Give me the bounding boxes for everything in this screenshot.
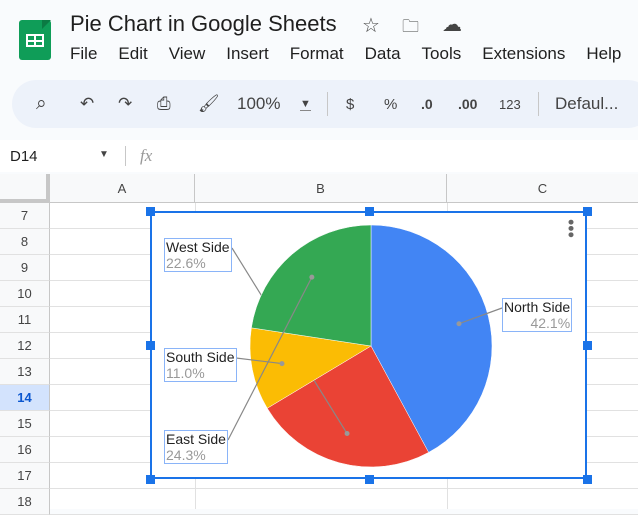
sheets-logo[interactable] (19, 20, 51, 60)
row-header-10[interactable]: 10 (0, 281, 50, 307)
divider (538, 92, 539, 116)
menu-insert[interactable]: Insert (226, 44, 269, 64)
chevron-down-icon[interactable]: ▼ (99, 149, 109, 160)
row-header-16[interactable]: 16 (0, 437, 50, 463)
resize-handle[interactable] (583, 207, 592, 216)
redo-icon[interactable]: ↷ (118, 94, 132, 114)
menu-data[interactable]: Data (365, 44, 401, 64)
row-gridline (50, 488, 638, 489)
label-name: South Side (166, 349, 235, 365)
row-header-15[interactable]: 15 (0, 411, 50, 437)
print-icon[interactable]: ⎙ (157, 94, 171, 114)
row-header-8[interactable]: 8 (0, 229, 50, 255)
row-header-13[interactable]: 13 (0, 359, 50, 385)
menu-help[interactable]: Help (586, 44, 621, 64)
label-percent: 11.0% (166, 365, 205, 381)
move-folder-icon[interactable]: 🗀 (402, 14, 419, 43)
zoom-select[interactable]: 100% (237, 94, 280, 114)
row-header-7[interactable]: 7 (0, 203, 50, 229)
percent-button[interactable]: % (384, 96, 397, 113)
leader-dot (279, 361, 285, 367)
resize-handle[interactable] (365, 475, 374, 484)
number-format-button[interactable]: 123 (499, 97, 521, 112)
currency-button[interactable]: $ (346, 96, 354, 113)
leader-dot (309, 274, 315, 280)
paint-format-icon[interactable]: 🖌 (198, 94, 220, 114)
divider (125, 146, 126, 166)
decrease-decimal-button[interactable]: .0 (421, 96, 433, 112)
label-name: East Side (166, 431, 226, 447)
slice-label-east: East Side 24.3% (164, 430, 228, 464)
menu-bar: File Edit View Insert Format Data Tools … (70, 44, 638, 64)
row-header-12[interactable]: 12 (0, 333, 50, 359)
menu-view[interactable]: View (169, 44, 206, 64)
column-header-a[interactable]: A (50, 174, 195, 203)
row-header-17[interactable]: 17 (0, 463, 50, 489)
resize-handle[interactable] (583, 341, 592, 350)
leader-dot (456, 321, 462, 327)
undo-icon[interactable]: ↶ (80, 94, 94, 114)
menu-edit[interactable]: Edit (118, 44, 147, 64)
formula-input[interactable] (170, 140, 630, 172)
row-header-11[interactable]: 11 (0, 307, 50, 333)
menu-format[interactable]: Format (290, 44, 344, 64)
pie-chart[interactable]: ••• West Side 22.6% South Side 11.0% East … (150, 211, 587, 479)
fx-icon: fx (140, 146, 153, 165)
label-name: North Side (504, 299, 571, 315)
leader-dot (344, 431, 350, 437)
document-title[interactable]: Pie Chart in Google Sheets (70, 11, 337, 37)
label-name: West Side (166, 239, 230, 255)
menu-file[interactable]: File (70, 44, 97, 64)
row-header-18[interactable]: 18 (0, 489, 50, 515)
resize-handle[interactable] (146, 341, 155, 350)
slice-label-west: West Side 22.6% (164, 238, 232, 272)
formula-bar: D14 ▼ fx (0, 140, 638, 172)
font-select[interactable]: Defaul... (555, 94, 618, 114)
slice-label-north: North Side 42.1% (502, 298, 573, 332)
name-box[interactable]: D14 (10, 148, 38, 165)
resize-handle[interactable] (146, 475, 155, 484)
column-header-c[interactable]: C (447, 174, 638, 203)
pie-slice-west-side[interactable] (251, 224, 372, 347)
chevron-down-icon[interactable]: ▼ (300, 98, 311, 111)
search-icon[interactable]: ⌕ (36, 93, 47, 115)
toolbar: ⌕ ↶ ↷ ⎙ 🖌 100% ▼ $ % .0 .00 123 Defaul..… (12, 80, 638, 128)
menu-tools[interactable]: Tools (422, 44, 462, 64)
slice-label-south: South Side 11.0% (164, 348, 237, 382)
label-percent: 22.6% (166, 255, 206, 271)
resize-handle[interactable] (365, 207, 374, 216)
cloud-saved-icon[interactable]: ☁ (442, 12, 462, 37)
resize-handle[interactable] (146, 207, 155, 216)
column-header-b[interactable]: B (195, 174, 447, 203)
increase-decimal-button[interactable]: .00 (458, 96, 477, 112)
row-header-9[interactable]: 9 (0, 255, 50, 281)
label-percent: 42.1% (530, 315, 571, 331)
select-all-corner[interactable] (0, 174, 50, 203)
label-percent: 24.3% (166, 447, 206, 463)
resize-handle[interactable] (583, 475, 592, 484)
row-header-14[interactable]: 14 (0, 385, 50, 411)
star-icon[interactable]: ☆ (362, 13, 380, 38)
more-options-icon[interactable]: ••• (561, 219, 581, 238)
divider (327, 92, 328, 116)
menu-extensions[interactable]: Extensions (482, 44, 565, 64)
